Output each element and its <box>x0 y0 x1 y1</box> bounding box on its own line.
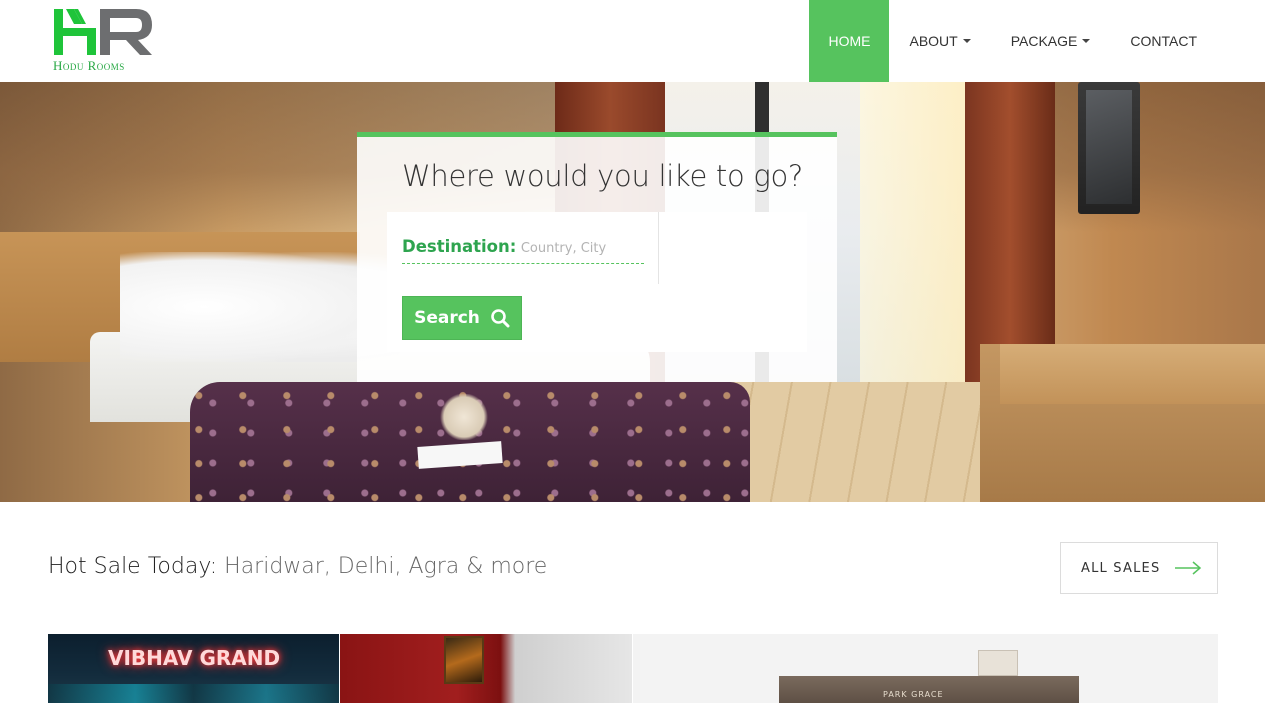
hero-tv-screen <box>1086 90 1132 204</box>
nav-about[interactable]: ABOUT <box>889 0 990 82</box>
arrow-right-icon <box>1175 561 1202 575</box>
hero-plush-sheep <box>440 394 488 440</box>
search-form: Destination: Search <box>387 212 807 352</box>
destination-label: Destination: <box>402 237 517 256</box>
nav-contact[interactable]: CONTACT <box>1110 0 1217 82</box>
nav-package-label: PACKAGE <box>1010 33 1078 49</box>
caret-down-icon <box>962 39 971 43</box>
caret-down-icon <box>1082 39 1091 43</box>
hotel-sign: PARK GRACE <box>883 690 944 699</box>
nav-about-label: ABOUT <box>909 33 958 49</box>
site-header: Hodu Rooms HOME ABOUT PACKAGE CONTACT <box>0 0 1265 82</box>
hotel-card[interactable]: PARK GRACE <box>633 634 1218 703</box>
brand-name: Hodu Rooms <box>53 58 125 73</box>
hotel-image <box>444 636 484 684</box>
hot-sale-cities: Haridwar, Delhi, Agra & more <box>224 554 548 579</box>
all-sales-label: ALL SALES <box>1081 560 1161 576</box>
nav-home[interactable]: HOME <box>809 0 890 82</box>
main-nav: HOME ABOUT PACKAGE CONTACT <box>809 0 1217 82</box>
hot-sale-label: Hot Sale Today: <box>48 554 218 579</box>
nav-package[interactable]: PACKAGE <box>991 0 1111 82</box>
field-divider <box>658 212 659 284</box>
nav-home-label: HOME <box>828 33 871 49</box>
hotel-card[interactable]: VIBHAV GRAND <box>48 634 339 703</box>
search-button[interactable]: Search <box>402 296 522 340</box>
all-sales-button[interactable]: ALL SALES <box>1060 542 1218 594</box>
brand-logo[interactable]: Hodu Rooms <box>52 6 156 76</box>
hotel-image <box>48 684 339 703</box>
hotel-gallery: VIBHAV GRAND PARK GRACE <box>48 634 1218 703</box>
hot-sale-heading: Hot Sale Today: Haridwar, Delhi, Agra & … <box>48 554 547 579</box>
nav-contact-label: CONTACT <box>1130 33 1197 49</box>
hero-desk-top <box>1000 344 1265 404</box>
hero-sheer-curtain <box>860 82 970 402</box>
hotel-image <box>978 650 1018 676</box>
hotel-sign: VIBHAV GRAND <box>108 646 281 670</box>
search-title: Where would you like to go? <box>402 159 803 193</box>
search-button-label: Search <box>414 308 480 328</box>
destination-field: Destination: <box>402 237 651 264</box>
search-panel: Where would you like to go? Destination:… <box>357 132 837 382</box>
search-icon <box>491 309 510 328</box>
hotel-card[interactable] <box>340 634 632 703</box>
destination-input[interactable] <box>520 241 651 256</box>
hr-logo-mark-icon <box>54 9 152 55</box>
